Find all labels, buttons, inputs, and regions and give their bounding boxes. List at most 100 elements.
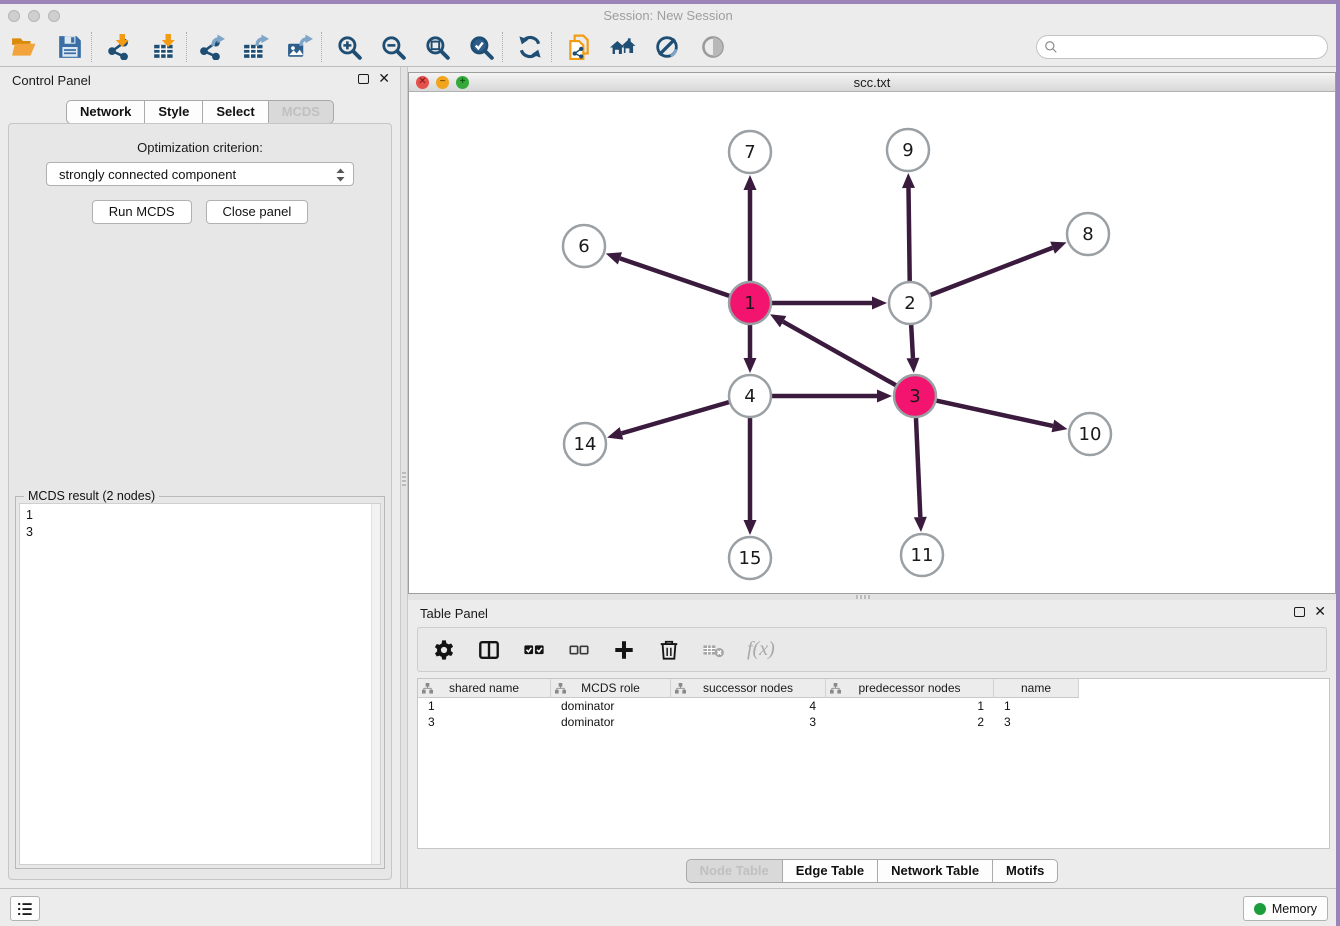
column-header-predecessor-nodes[interactable]: predecessor nodes: [826, 679, 994, 698]
search-input[interactable]: [1058, 37, 1327, 57]
table-cell[interactable]: 3: [418, 714, 551, 730]
toolbar-separator: [186, 32, 187, 62]
graph-node-10[interactable]: 10: [1069, 413, 1111, 455]
table-cell[interactable]: dominator: [551, 714, 671, 730]
edge-2-8[interactable]: [930, 242, 1067, 296]
column-header-MCDS-role[interactable]: MCDS role: [551, 679, 671, 698]
status-bar: Memory: [0, 888, 1336, 926]
graph-node-1[interactable]: 1: [729, 282, 771, 324]
zoom-fit-icon[interactable]: [423, 33, 451, 61]
vertical-splitter[interactable]: [400, 67, 408, 890]
table-cell[interactable]: 1: [994, 698, 1079, 714]
horizontal-splitter-handle[interactable]: [856, 595, 870, 599]
graph-node-8[interactable]: 8: [1067, 213, 1109, 255]
edge-1-2[interactable]: [771, 297, 887, 310]
table-row[interactable]: 1dominator411: [418, 698, 1329, 714]
graph-node-14[interactable]: 14: [564, 423, 606, 465]
vertical-splitter-handle[interactable]: [402, 472, 406, 486]
zoom-selected-icon[interactable]: [467, 33, 495, 61]
home-network-icon[interactable]: [609, 33, 637, 61]
panel-list-button[interactable]: [10, 896, 40, 921]
network-canvas[interactable]: 7 9 6 8 1 2 4 3 14 10 15 11: [409, 93, 1335, 593]
memory-status-icon: [1254, 903, 1266, 915]
save-session-icon[interactable]: [56, 33, 84, 61]
memory-button[interactable]: Memory: [1243, 896, 1328, 921]
network-window-title: scc.txt: [409, 75, 1335, 90]
node-table: shared nameMCDS rolesuccessor nodesprede…: [417, 678, 1330, 849]
export-table-icon[interactable]: [242, 33, 270, 61]
export-image-icon[interactable]: [286, 33, 314, 61]
add-column-icon[interactable]: [612, 638, 636, 662]
table-cell[interactable]: 1: [418, 698, 551, 714]
edge-3-10[interactable]: [936, 400, 1068, 432]
graph-node-7[interactable]: 7: [729, 131, 771, 173]
graph-node-6[interactable]: 6: [563, 225, 605, 267]
table-cell[interactable]: 3: [994, 714, 1079, 730]
tab-style[interactable]: Style: [145, 100, 203, 124]
criterion-value: strongly connected component: [59, 167, 236, 182]
table-cell[interactable]: 2: [826, 714, 994, 730]
search-box[interactable]: [1036, 35, 1328, 59]
column-header-name[interactable]: name: [994, 679, 1079, 698]
zoom-in-icon[interactable]: [335, 33, 363, 61]
edge-2-3[interactable]: [906, 324, 919, 373]
tab-select[interactable]: Select: [203, 100, 268, 124]
refresh-icon[interactable]: [516, 33, 544, 61]
tab-edge-table[interactable]: Edge Table: [783, 859, 878, 883]
float-table-panel-icon[interactable]: [1294, 607, 1305, 617]
window-titlebar: Session: New Session: [0, 4, 1336, 28]
edge-1-4[interactable]: [744, 324, 757, 373]
close-table-panel-icon[interactable]: ✕: [1314, 606, 1326, 617]
close-panel-icon[interactable]: ✕: [378, 73, 390, 84]
graph-node-15[interactable]: 15: [729, 537, 771, 579]
graph-node-4[interactable]: 4: [729, 375, 771, 417]
open-session-icon[interactable]: [10, 33, 38, 61]
control-panel-title: Control Panel: [12, 73, 91, 88]
split-view-icon[interactable]: [477, 638, 501, 662]
table-cell[interactable]: 1: [826, 698, 994, 714]
graph-node-9[interactable]: 9: [887, 129, 929, 171]
tab-network[interactable]: Network: [66, 100, 145, 124]
svg-text:7: 7: [744, 142, 755, 163]
tab-node-table[interactable]: Node Table: [686, 859, 783, 883]
edge-4-15[interactable]: [744, 417, 757, 535]
edge-4-3[interactable]: [771, 390, 892, 403]
column-header-successor-nodes[interactable]: successor nodes: [671, 679, 826, 698]
graph-node-2[interactable]: 2: [889, 282, 931, 324]
deselect-all-icon[interactable]: [567, 638, 591, 662]
table-tabs: Node TableEdge TableNetwork TableMotifs: [408, 859, 1336, 883]
tab-mcds[interactable]: MCDS: [269, 100, 334, 124]
edge-4-14[interactable]: [607, 402, 730, 440]
import-network-icon[interactable]: [105, 33, 133, 61]
float-panel-icon[interactable]: [358, 74, 369, 84]
table-cell[interactable]: 3: [671, 714, 826, 730]
tab-network-table[interactable]: Network Table: [878, 859, 993, 883]
export-network-icon[interactable]: [198, 33, 226, 61]
graph-node-11[interactable]: 11: [901, 534, 943, 576]
toolbar-separator: [321, 32, 322, 62]
gear-icon[interactable]: [432, 638, 456, 662]
window-title: Session: New Session: [0, 8, 1336, 23]
run-mcds-button[interactable]: Run MCDS: [92, 200, 192, 224]
edge-3-1[interactable]: [770, 314, 897, 385]
edge-1-7[interactable]: [744, 175, 757, 282]
table-cell[interactable]: 4: [671, 698, 826, 714]
delete-column-icon[interactable]: [657, 638, 681, 662]
close-panel-button[interactable]: Close panel: [206, 200, 309, 224]
edge-3-11[interactable]: [914, 417, 927, 532]
clone-network-icon[interactable]: [565, 33, 593, 61]
table-row[interactable]: 3dominator323: [418, 714, 1329, 730]
column-header-shared-name[interactable]: shared name: [418, 679, 551, 698]
edge-1-6[interactable]: [606, 252, 730, 296]
network-graph[interactable]: 7 9 6 8 1 2 4 3 14 10 15 11: [409, 93, 1335, 594]
select-all-icon[interactable]: [522, 638, 546, 662]
graph-node-3[interactable]: 3: [894, 375, 936, 417]
edge-2-9[interactable]: [902, 173, 915, 282]
result-scrollbar[interactable]: [371, 504, 380, 864]
zoom-out-icon[interactable]: [379, 33, 407, 61]
import-table-icon[interactable]: [151, 33, 179, 61]
table-cell[interactable]: dominator: [551, 698, 671, 714]
style-slash-icon[interactable]: [653, 33, 681, 61]
criterion-select[interactable]: strongly connected component: [46, 162, 354, 186]
tab-motifs[interactable]: Motifs: [993, 859, 1058, 883]
